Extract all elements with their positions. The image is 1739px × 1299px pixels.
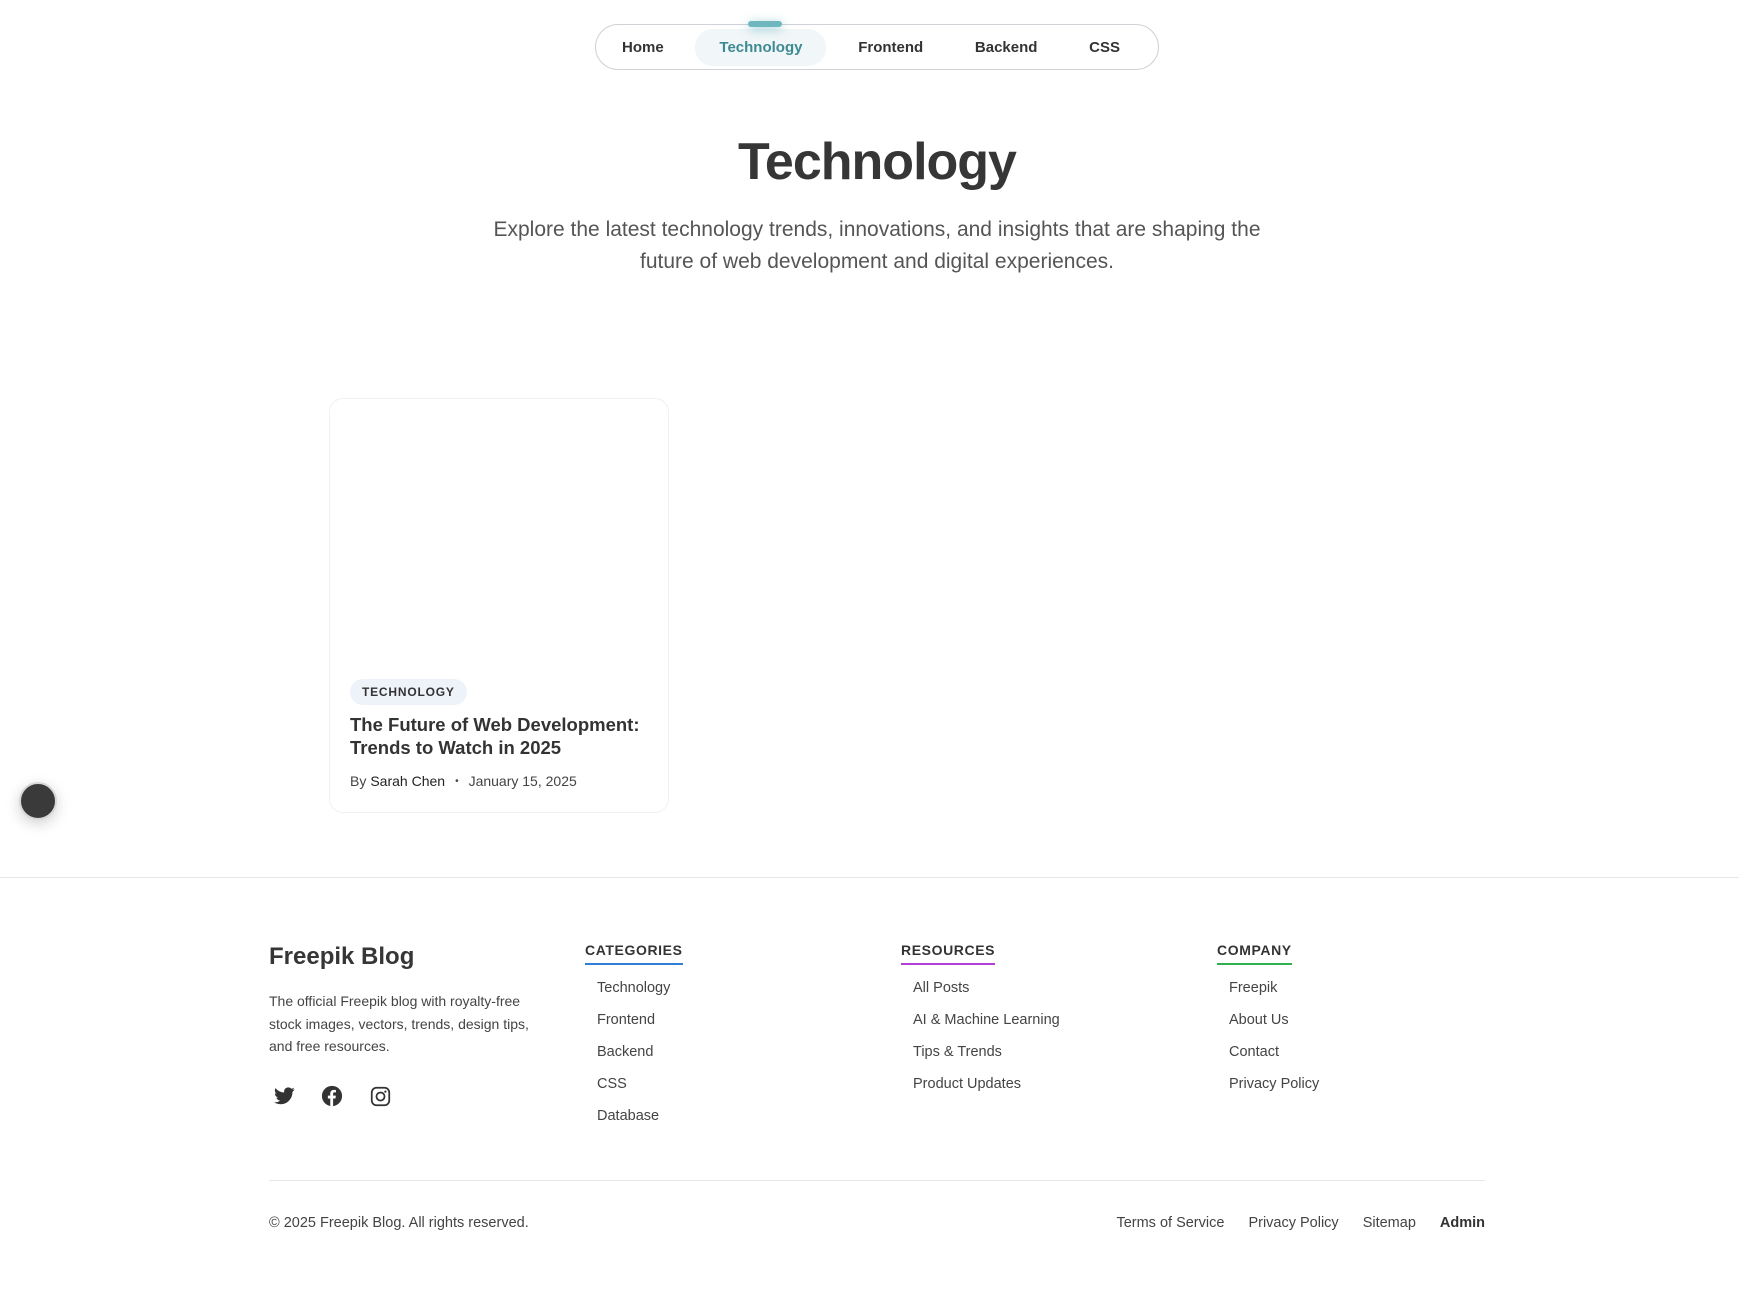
page: Home Technology Frontend Backend CSS Tec… [0,0,1739,1299]
nav-item-css[interactable]: CSS [1069,29,1140,66]
terms-link[interactable]: Terms of Service [1116,1215,1224,1231]
footer-col-company: COMPANY Freepik About Us Contact Privacy… [1217,942,1319,1107]
footer-link-about-us[interactable]: About Us [1229,1011,1319,1043]
footer-bottom-divider [269,1180,1485,1181]
sitemap-link[interactable]: Sitemap [1363,1215,1416,1231]
nav-item-backend[interactable]: Backend [955,29,1058,66]
footer-col-categories: CATEGORIES Technology Frontend Backend C… [585,942,683,1139]
admin-link[interactable]: Admin [1440,1215,1485,1231]
footer-link-database[interactable]: Database [597,1107,683,1139]
footer-col-resources: RESOURCES All Posts AI & Machine Learnin… [901,942,1060,1107]
post-title[interactable]: The Future of Web Development: Trends to… [350,713,650,759]
meta-separator: • [455,775,459,787]
footer-link-backend[interactable]: Backend [597,1043,683,1075]
by-label: By [350,773,367,789]
social-links [272,1084,392,1108]
post-date: January 15, 2025 [468,773,577,789]
footer-link-technology[interactable]: Technology [597,979,683,1011]
post-meta: By Sarah Chen • January 15, 2025 [350,773,577,789]
twitter-icon[interactable] [272,1084,296,1108]
footer-brand[interactable]: Freepik Blog [269,943,414,971]
instagram-icon[interactable] [368,1084,392,1108]
page-subtitle: Explore the latest technology trends, in… [493,218,1261,273]
footer-link-css[interactable]: CSS [597,1075,683,1107]
page-title: Technology [738,133,1017,191]
footer-heading-categories: CATEGORIES [585,942,683,965]
footer-link-privacy-policy[interactable]: Privacy Policy [1229,1075,1319,1107]
footer-link-frontend[interactable]: Frontend [597,1011,683,1043]
floating-action-button[interactable] [19,782,57,820]
active-tab-indicator [748,21,782,27]
post-thumbnail[interactable] [330,399,668,665]
facebook-icon[interactable] [320,1084,344,1108]
footer-link-ai-ml[interactable]: AI & Machine Learning [913,1011,1060,1043]
footer-heading-company: COMPANY [1217,942,1292,965]
footer-link-product-updates[interactable]: Product Updates [913,1075,1060,1107]
privacy-link[interactable]: Privacy Policy [1248,1215,1338,1231]
legal-links: Terms of Service Privacy Policy Sitemap … [1116,1215,1485,1231]
category-badge[interactable]: TECHNOLOGY [350,679,467,705]
nav-item-home[interactable]: Home [602,29,684,66]
footer-heading-resources: RESOURCES [901,942,996,965]
copyright-text: © 2025 Freepik Blog. All rights reserved… [269,1215,529,1231]
footer-link-tips-trends[interactable]: Tips & Trends [913,1043,1060,1075]
footer-link-freepik[interactable]: Freepik [1229,979,1319,1011]
nav-item-frontend[interactable]: Frontend [838,29,943,66]
top-nav: Home Technology Frontend Backend CSS [595,21,1159,70]
footer-divider [0,877,1739,878]
footer-link-all-posts[interactable]: All Posts [913,979,1060,1011]
footer-link-contact[interactable]: Contact [1229,1043,1319,1075]
nav-item-technology[interactable]: Technology [695,28,827,66]
post-card[interactable]: TECHNOLOGY The Future of Web Development… [329,398,669,813]
footer-description: The official Freepik blog with royalty-f… [269,993,529,1054]
post-author[interactable]: Sarah Chen [370,773,445,789]
